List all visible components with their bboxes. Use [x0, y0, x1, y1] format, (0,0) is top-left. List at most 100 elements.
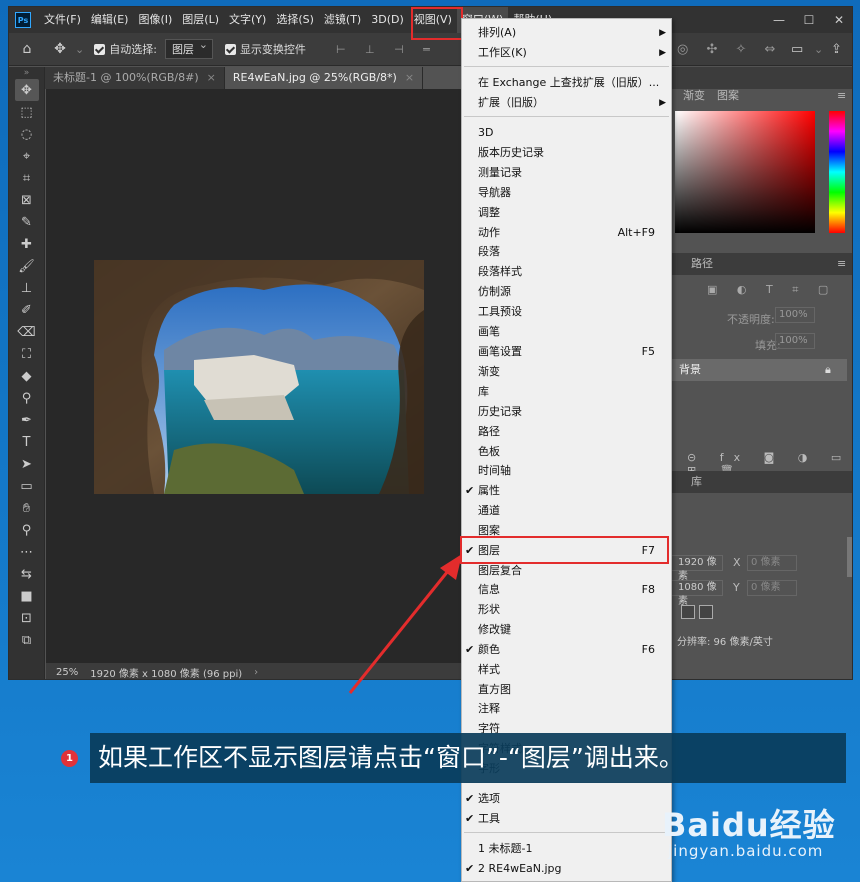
pen-tool-icon[interactable]: ✒︎	[15, 409, 39, 431]
window-menu-item[interactable]: 在 Exchange 上查找扩展（旧版）...	[462, 73, 671, 93]
window-menu-item[interactable]: ✔ 选项	[462, 789, 671, 809]
hand-tool-icon[interactable]: ✋︎	[15, 497, 39, 519]
menu-6[interactable]: 滤镜(T)	[319, 7, 366, 33]
screen-mode-icon[interactable]: ⧉	[15, 629, 39, 651]
show-transform-checkbox[interactable]	[224, 43, 236, 55]
window-menu-item[interactable]: 时间轴	[462, 461, 671, 481]
menu-7[interactable]: 3D(D)	[366, 7, 409, 33]
height-input[interactable]: 1080 像素	[667, 580, 723, 607]
window-menu-item[interactable]: 段落	[462, 242, 671, 262]
window-menu-item[interactable]: 画笔	[462, 322, 671, 342]
menu-2[interactable]: 图像(I)	[133, 7, 177, 33]
panel-menu-icon[interactable]: ≡	[837, 85, 846, 107]
window-menu-item[interactable]: 画笔设置 F5	[462, 342, 671, 362]
window-menu-item[interactable]: 3D	[462, 123, 671, 143]
history-brush-icon[interactable]: ✐	[15, 299, 39, 321]
close-icon[interactable]: ×	[405, 71, 414, 84]
window-menu-item[interactable]: 工作区(K) ▶	[462, 43, 671, 63]
window-menu-item[interactable]: 图层复合	[462, 561, 671, 581]
menu-5[interactable]: 选择(S)	[271, 7, 319, 33]
window-menu-item[interactable]: 样式	[462, 660, 671, 680]
layer-filter-icons[interactable]: ▣ ◐ T ⌗ ▢	[707, 283, 836, 297]
color-swatch-icon[interactable]: ■	[15, 585, 39, 607]
quick-select-icon[interactable]: ⌖	[15, 145, 39, 167]
panel-menu-icon[interactable]: ≡	[837, 253, 846, 275]
expand-icon[interactable]: »	[9, 67, 44, 79]
window-menu-item[interactable]: 色板	[462, 442, 671, 462]
opacity-input[interactable]: 100%	[775, 307, 815, 323]
window-menu-item[interactable]: 工具预设	[462, 302, 671, 322]
hue-slider[interactable]	[829, 111, 845, 233]
tab-pattern[interactable]: 图案	[717, 85, 739, 107]
rectangle-tool-icon[interactable]: ▭	[15, 475, 39, 497]
minimize-button[interactable]: —	[764, 7, 794, 33]
window-menu-item[interactable]: 渐变	[462, 362, 671, 382]
tab-untitled[interactable]: 未标题-1 @ 100%(RGB/8#) ×	[45, 67, 225, 89]
brush-tool-icon[interactable]: 🖌︎	[15, 255, 39, 277]
menu-3[interactable]: 图层(L)	[177, 7, 224, 33]
y-input[interactable]: 0 像素	[747, 580, 797, 596]
window-menu-item[interactable]: 排列(A) ▶	[462, 23, 671, 43]
healing-brush-icon[interactable]: ✚	[15, 233, 39, 255]
window-menu-item[interactable]: ✔ 颜色 F6	[462, 640, 671, 660]
window-menu-item[interactable]: 修改键	[462, 620, 671, 640]
move-tool-icon[interactable]: ✥	[14, 79, 39, 101]
chevron-down-icon[interactable]: ⌄	[75, 43, 84, 56]
tab-libraries[interactable]: 库	[691, 471, 702, 493]
window-menu-item[interactable]: 1 未标题-1	[462, 839, 671, 859]
crop-tool-icon[interactable]: ⌗	[15, 167, 39, 189]
share-icon[interactable]: ⇪	[831, 42, 842, 57]
window-menu-item[interactable]: 调整	[462, 203, 671, 223]
window-menu-item[interactable]: 仿制源	[462, 282, 671, 302]
window-menu-item[interactable]: 信息 F8	[462, 580, 671, 600]
chevron-down-icon[interactable]: ⌄	[814, 43, 823, 56]
align-icons[interactable]: ⊢ ⊥ ⊣ ═	[336, 43, 438, 56]
window-menu-item[interactable]: 导航器	[462, 183, 671, 203]
canvas-icon[interactable]	[681, 605, 695, 619]
close-window-button[interactable]: ✕	[824, 7, 852, 33]
window-menu-item[interactable]: 版本历史记录	[462, 143, 671, 163]
fill-input[interactable]: 100%	[775, 333, 815, 349]
eraser-icon[interactable]: ⌫	[15, 321, 39, 343]
window-menu-item[interactable]: 库	[462, 382, 671, 402]
scrollbar-thumb[interactable]	[847, 537, 852, 577]
close-icon[interactable]: ×	[207, 71, 216, 84]
menu-0[interactable]: 文件(F)	[39, 7, 86, 33]
type-tool-icon[interactable]: T	[15, 431, 39, 453]
auto-select-dropdown[interactable]: 图层	[164, 38, 213, 59]
window-menu-item[interactable]: 动作 Alt+F9	[462, 223, 671, 243]
home-icon[interactable]: ⌂	[9, 41, 45, 57]
window-menu-item[interactable]: 测量记录	[462, 163, 671, 183]
lasso-tool-icon[interactable]: ◌	[15, 123, 39, 145]
workspace-icon[interactable]: ▭	[791, 42, 803, 57]
window-menu-item[interactable]: 扩展（旧版） ▶	[462, 93, 671, 113]
frame-tool-icon[interactable]: ⊠	[15, 189, 39, 211]
lock-icon[interactable]: 🔒︎	[825, 359, 831, 381]
window-menu-item[interactable]: 通道	[462, 501, 671, 521]
window-menu-item[interactable]: ✔ 工具	[462, 809, 671, 829]
window-menu-item[interactable]: 路径	[462, 422, 671, 442]
chevron-right-icon[interactable]: ›	[254, 667, 258, 678]
auto-select-checkbox[interactable]	[94, 43, 106, 55]
move-tool-icon[interactable]: ✥	[45, 41, 75, 57]
window-menu-item[interactable]: 段落样式	[462, 262, 671, 282]
paint-bucket-icon[interactable]: ⛶	[15, 343, 39, 365]
maximize-button[interactable]: ☐	[794, 7, 824, 33]
swap-colors-icon[interactable]: ⇆	[15, 563, 39, 585]
eyedropper-icon[interactable]: ✎	[15, 211, 39, 233]
zoom-tool-icon[interactable]: ⚲	[15, 519, 39, 541]
more-tools-icon[interactable]: ⋯	[15, 541, 39, 563]
3d-mode-icons[interactable]: ◎ ✣ ✧ ⇔	[677, 42, 782, 57]
quick-mask-icon[interactable]: ⊡	[15, 607, 39, 629]
x-input[interactable]: 0 像素	[747, 555, 797, 571]
stamp-tool-icon[interactable]: ⊥	[15, 277, 39, 299]
tab-gradient[interactable]: 渐变	[683, 85, 705, 107]
marquee-tool-icon[interactable]: ⬚	[15, 101, 39, 123]
zoom-level[interactable]: 25%	[56, 667, 78, 678]
document-info[interactable]: 1920 像素 x 1080 像素 (96 ppi)	[90, 665, 242, 680]
window-menu-item[interactable]: 注释	[462, 699, 671, 719]
menu-1[interactable]: 编辑(E)	[86, 7, 134, 33]
window-menu-item[interactable]: 历史记录	[462, 402, 671, 422]
color-field[interactable]	[675, 111, 815, 233]
image-icon[interactable]	[699, 605, 713, 619]
